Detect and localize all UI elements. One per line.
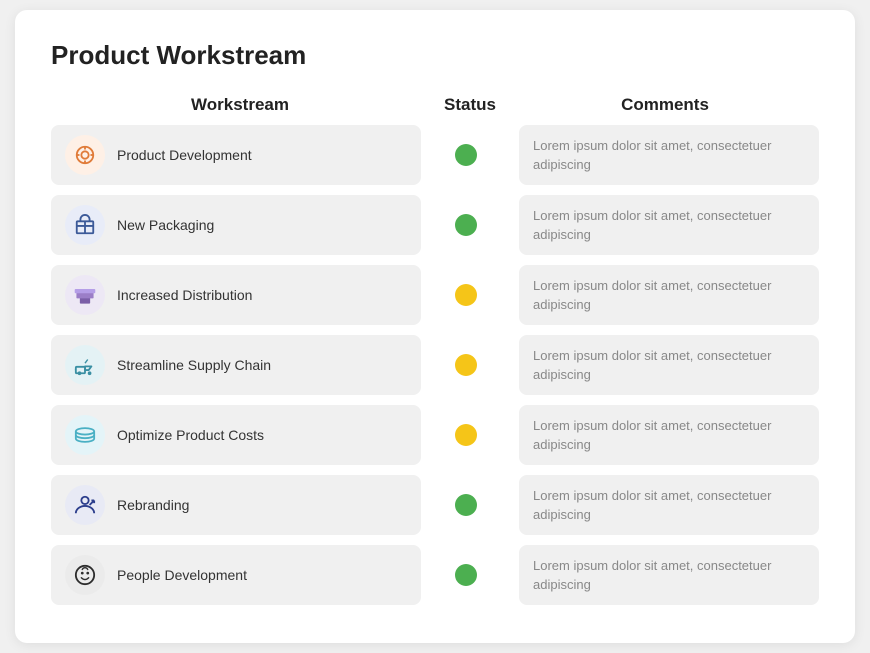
page-title: Product Workstream [51, 40, 819, 71]
status-cell-people-development [421, 564, 511, 586]
icon-streamline-supply-chain [65, 345, 105, 385]
workstream-cell-new-packaging: New Packaging [51, 195, 421, 255]
comments-cell-product-development: Lorem ipsum dolor sit amet, consectetuer… [519, 125, 819, 185]
comments-cell-increased-distribution: Lorem ipsum dolor sit amet, consectetuer… [519, 265, 819, 325]
workstream-cell-people-development: People Development [51, 545, 421, 605]
icon-optimize-product-costs [65, 415, 105, 455]
col-workstream: Workstream [55, 95, 425, 115]
table-row-product-development: Product Development Lorem ipsum dolor si… [51, 123, 819, 187]
comments-cell-people-development: Lorem ipsum dolor sit amet, consectetuer… [519, 545, 819, 605]
comments-cell-rebranding: Lorem ipsum dolor sit amet, consectetuer… [519, 475, 819, 535]
status-dot-optimize-product-costs [455, 424, 477, 446]
status-dot-people-development [455, 564, 477, 586]
workstream-cell-increased-distribution: Increased Distribution [51, 265, 421, 325]
workstream-label-product-development: Product Development [117, 147, 252, 163]
status-cell-optimize-product-costs [421, 424, 511, 446]
icon-new-packaging [65, 205, 105, 245]
workstream-label-increased-distribution: Increased Distribution [117, 287, 252, 303]
workstream-cell-streamline-supply-chain: Streamline Supply Chain [51, 335, 421, 395]
comments-cell-new-packaging: Lorem ipsum dolor sit amet, consectetuer… [519, 195, 819, 255]
comments-text-optimize-product-costs: Lorem ipsum dolor sit amet, consectetuer… [533, 416, 805, 455]
comments-text-people-development: Lorem ipsum dolor sit amet, consectetuer… [533, 556, 805, 595]
status-cell-new-packaging [421, 214, 511, 236]
icon-product-development [65, 135, 105, 175]
icon-people-development [65, 555, 105, 595]
table-row-increased-distribution: Increased Distribution Lorem ipsum dolor… [51, 263, 819, 327]
status-cell-streamline-supply-chain [421, 354, 511, 376]
table-header: Workstream Status Comments [51, 95, 819, 115]
status-dot-product-development [455, 144, 477, 166]
comments-text-streamline-supply-chain: Lorem ipsum dolor sit amet, consectetuer… [533, 346, 805, 385]
comments-cell-optimize-product-costs: Lorem ipsum dolor sit amet, consectetuer… [519, 405, 819, 465]
workstream-label-new-packaging: New Packaging [117, 217, 214, 233]
comments-cell-streamline-supply-chain: Lorem ipsum dolor sit amet, consectetuer… [519, 335, 819, 395]
status-cell-product-development [421, 144, 511, 166]
workstream-cell-rebranding: Rebranding [51, 475, 421, 535]
rows-container: Product Development Lorem ipsum dolor si… [51, 123, 819, 607]
table-row-rebranding: Rebranding Lorem ipsum dolor sit amet, c… [51, 473, 819, 537]
comments-text-increased-distribution: Lorem ipsum dolor sit amet, consectetuer… [533, 276, 805, 315]
table-row-people-development: People Development Lorem ipsum dolor sit… [51, 543, 819, 607]
status-dot-new-packaging [455, 214, 477, 236]
status-cell-increased-distribution [421, 284, 511, 306]
icon-rebranding [65, 485, 105, 525]
status-dot-increased-distribution [455, 284, 477, 306]
workstream-cell-optimize-product-costs: Optimize Product Costs [51, 405, 421, 465]
comments-text-new-packaging: Lorem ipsum dolor sit amet, consectetuer… [533, 206, 805, 245]
workstream-cell-product-development: Product Development [51, 125, 421, 185]
table-row-streamline-supply-chain: Streamline Supply Chain Lorem ipsum dolo… [51, 333, 819, 397]
table-row-optimize-product-costs: Optimize Product Costs Lorem ipsum dolor… [51, 403, 819, 467]
status-dot-streamline-supply-chain [455, 354, 477, 376]
icon-increased-distribution [65, 275, 105, 315]
comments-text-product-development: Lorem ipsum dolor sit amet, consectetuer… [533, 136, 805, 175]
status-dot-rebranding [455, 494, 477, 516]
status-cell-rebranding [421, 494, 511, 516]
main-card: Product Workstream Workstream Status Com… [15, 10, 855, 643]
workstream-label-rebranding: Rebranding [117, 497, 189, 513]
workstream-label-optimize-product-costs: Optimize Product Costs [117, 427, 264, 443]
comments-text-rebranding: Lorem ipsum dolor sit amet, consectetuer… [533, 486, 805, 525]
workstream-label-streamline-supply-chain: Streamline Supply Chain [117, 357, 271, 373]
workstream-label-people-development: People Development [117, 567, 247, 583]
col-status: Status [425, 95, 515, 115]
col-comments: Comments [515, 95, 815, 115]
table-row-new-packaging: New Packaging Lorem ipsum dolor sit amet… [51, 193, 819, 257]
